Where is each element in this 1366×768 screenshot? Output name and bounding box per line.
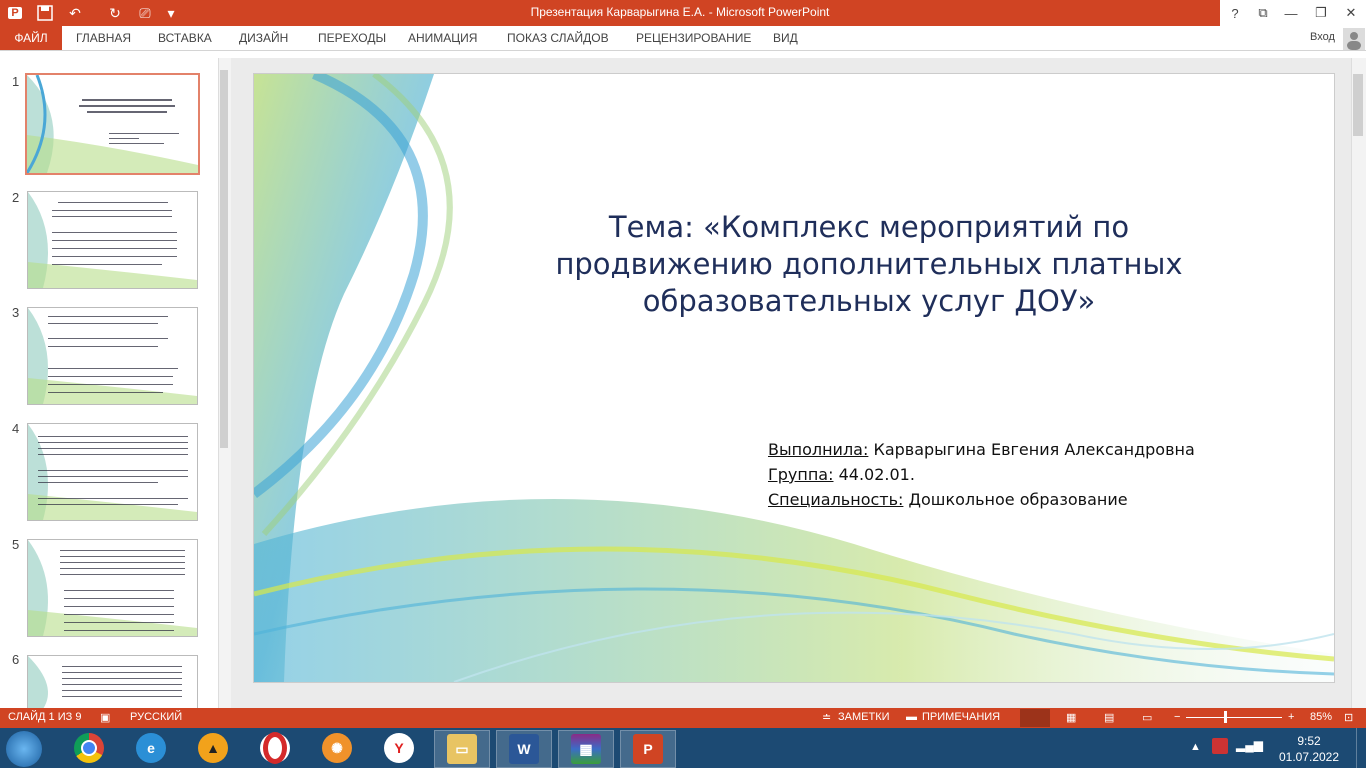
notes-button[interactable]: ЗАМЕТКИ — [838, 711, 890, 723]
thumbnail-number: 1 — [12, 74, 20, 89]
taskbar-powerpoint[interactable]: P — [620, 730, 676, 768]
group-value: 44.02.01. — [833, 465, 915, 484]
current-slide[interactable]: Тема: «Комплекс мероприятий по продвижен… — [253, 73, 1335, 683]
sign-in-link[interactable]: Вход — [1310, 31, 1335, 43]
slide-scrollbar[interactable] — [1351, 58, 1366, 708]
window-title: Презентация Карварыгина Е.А. - Microsoft… — [530, 5, 830, 19]
zoom-out-icon[interactable]: − — [1174, 711, 1180, 723]
thumbnail-number: 5 — [12, 537, 20, 552]
powerpoint-app-icon[interactable]: P — [4, 2, 26, 24]
tab-design[interactable]: ДИЗАЙН — [239, 31, 288, 45]
slide-title[interactable]: Тема: «Комплекс мероприятий по продвижен… — [554, 209, 1184, 320]
tab-animations[interactable]: АНИМАЦИЯ — [408, 31, 477, 45]
restore-icon[interactable]: ❐ — [1308, 2, 1334, 24]
tab-slide-show[interactable]: ПОКАЗ СЛАЙДОВ — [507, 31, 609, 45]
comments-button[interactable]: ПРИМЕЧАНИЯ — [922, 711, 1000, 723]
aimp-icon: ▲ — [198, 733, 228, 763]
slide-scrollbar-thumb[interactable] — [1353, 74, 1363, 136]
spellcheck-icon[interactable]: ▣ — [100, 711, 110, 724]
word-icon: W — [509, 734, 539, 764]
internet-explorer-icon: e — [136, 733, 166, 763]
show-hidden-icons-icon[interactable]: ▲ — [1190, 741, 1201, 753]
tab-file[interactable]: ФАЙЛ — [0, 26, 62, 50]
slide-thumbnail-4[interactable] — [27, 423, 198, 521]
close-icon[interactable]: ✕ — [1338, 2, 1364, 24]
taskbar-word[interactable]: W — [496, 730, 552, 768]
taskbar-internet-explorer[interactable]: e — [124, 730, 178, 766]
show-desktop-button[interactable] — [1356, 728, 1366, 768]
ribbon-display-options-icon[interactable]: ⧉ — [1250, 2, 1276, 24]
opera-icon — [260, 732, 290, 764]
slide-thumbnail-5[interactable] — [27, 539, 198, 637]
language-indicator[interactable]: РУССКИЙ — [130, 711, 182, 723]
redo-icon[interactable]: ↻ — [104, 2, 126, 24]
minimize-icon[interactable]: — — [1278, 2, 1304, 24]
save-icon[interactable] — [34, 2, 56, 24]
tab-view[interactable]: ВИД — [773, 31, 798, 45]
customize-qa-icon[interactable]: ▾ — [160, 2, 182, 24]
notes-icon[interactable]: ≐ — [822, 711, 831, 724]
system-clock[interactable]: 9:52 01.07.2022 — [1272, 733, 1346, 765]
specialty-value: Дошкольное образование — [903, 490, 1128, 509]
author-label: Выполнила: — [768, 440, 869, 459]
settings-app-icon: ✺ — [322, 733, 352, 763]
taskbar-winrar[interactable]: ▦ — [558, 730, 614, 768]
file-explorer-icon: ▭ — [447, 734, 477, 764]
tray-app-icon[interactable] — [1212, 738, 1228, 754]
zoom-in-icon[interactable]: + — [1288, 711, 1294, 723]
slide-sorter-icon[interactable]: ▦ — [1066, 711, 1076, 724]
thumbnail-number: 4 — [12, 421, 20, 436]
avatar[interactable] — [1343, 28, 1365, 50]
undo-icon[interactable]: ↶ — [64, 2, 86, 24]
slide-thumbnail-3[interactable] — [27, 307, 198, 405]
fit-slide-icon[interactable]: ⊡ — [1344, 711, 1353, 724]
taskbar-opera[interactable] — [248, 730, 302, 766]
status-bar — [0, 708, 1366, 728]
clock-time: 9:52 — [1297, 734, 1321, 748]
specialty-line[interactable]: Специальность: Дошкольное образование — [768, 490, 1128, 509]
tab-review[interactable]: РЕЦЕНЗИРОВАНИЕ — [636, 31, 751, 45]
zoom-slider-handle[interactable] — [1224, 711, 1227, 723]
help-button[interactable]: ? — [1222, 2, 1248, 24]
start-button[interactable] — [6, 731, 42, 767]
slide-background-waves — [254, 74, 1334, 682]
slide-thumbnail-6[interactable] — [27, 655, 198, 710]
comments-icon[interactable]: ▬ — [906, 711, 917, 723]
author-value: Карварыгина Евгения Александровна — [868, 440, 1195, 459]
network-icon[interactable]: ▂▄▆ — [1236, 738, 1263, 752]
chrome-icon — [74, 733, 104, 763]
taskbar-file-explorer[interactable]: ▭ — [434, 730, 490, 768]
thumbnail-number: 2 — [12, 190, 20, 205]
tab-insert[interactable]: ВСТАВКА — [158, 31, 212, 45]
group-label: Группа: — [768, 465, 834, 484]
yandex-icon: Y — [384, 733, 414, 763]
author-line[interactable]: Выполнила: Карварыгина Евгения Александр… — [768, 440, 1195, 459]
reading-view-icon[interactable]: ▤ — [1104, 711, 1114, 724]
powerpoint-icon: P — [633, 734, 663, 764]
group-line[interactable]: Группа: 44.02.01. — [768, 465, 915, 484]
taskbar-chrome[interactable] — [62, 730, 116, 766]
taskbar-yandex[interactable]: Y — [372, 730, 426, 766]
thumbnail-number: 6 — [12, 652, 20, 667]
tab-home[interactable]: ГЛАВНАЯ — [76, 31, 131, 45]
tab-transitions[interactable]: ПЕРЕХОДЫ — [318, 31, 386, 45]
zoom-level[interactable]: 85% — [1310, 711, 1332, 723]
zoom-slider[interactable] — [1186, 717, 1282, 718]
slide-counter[interactable]: СЛАЙД 1 ИЗ 9 — [8, 711, 81, 723]
thumbnail-scrollbar-thumb[interactable] — [220, 70, 228, 448]
taskbar-aimp[interactable]: ▲ — [186, 730, 240, 766]
winrar-icon: ▦ — [571, 734, 601, 764]
slide-thumbnail-1[interactable] — [25, 73, 200, 175]
clock-date: 01.07.2022 — [1278, 750, 1340, 764]
thumbnail-number: 3 — [12, 305, 20, 320]
slide-thumbnail-2[interactable] — [27, 191, 198, 289]
slideshow-view-icon[interactable]: ▭ — [1142, 711, 1152, 724]
taskbar-settings-app[interactable]: ✺ — [310, 730, 364, 766]
normal-view-icon[interactable] — [1020, 709, 1050, 727]
start-from-beginning-icon[interactable]: ⎚ — [134, 2, 156, 24]
specialty-label: Специальность: — [768, 490, 904, 509]
